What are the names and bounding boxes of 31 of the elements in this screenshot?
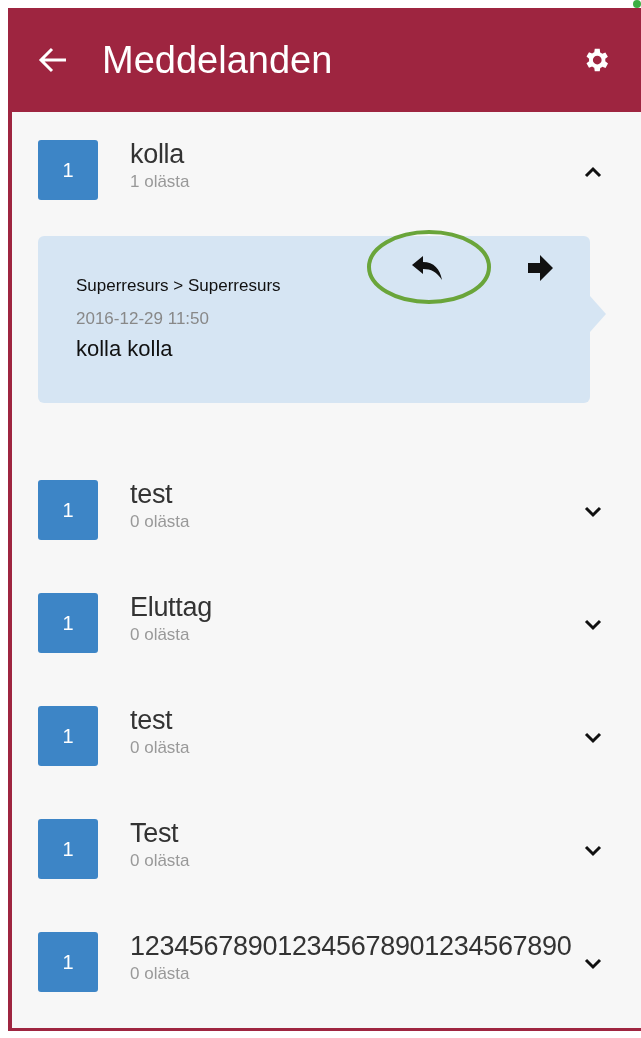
count-badge: 1	[38, 480, 98, 540]
unread-count: 0 olästa	[130, 738, 190, 758]
message-text: kolla kolla	[76, 335, 173, 363]
thread-title[interactable]: test	[130, 476, 190, 512]
page-title: Meddelanden	[102, 37, 334, 83]
thread-title[interactable]: 123456789012345678901234567890	[130, 928, 572, 964]
expand-chevron-icon[interactable]	[584, 506, 602, 518]
back-arrow-icon[interactable]	[38, 47, 68, 73]
unread-count: 0 olästa	[130, 851, 190, 871]
reply-icon[interactable]	[410, 256, 444, 282]
unread-count: 0 olästa	[130, 512, 190, 532]
count-badge: 1	[38, 140, 98, 200]
expand-chevron-icon[interactable]	[584, 845, 602, 857]
expand-chevron-icon[interactable]	[584, 619, 602, 631]
expand-chevron-icon[interactable]	[584, 958, 602, 970]
forward-arrow-icon[interactable]	[528, 254, 554, 282]
thread-title[interactable]: kolla	[130, 136, 190, 172]
thread-title[interactable]: test	[130, 702, 190, 738]
collapse-chevron-icon[interactable]	[584, 166, 602, 178]
expand-chevron-icon[interactable]	[584, 732, 602, 744]
count-badge: 1	[38, 593, 98, 653]
count-badge: 1	[38, 932, 98, 992]
count-badge: 1	[38, 819, 98, 879]
unread-count: 0 olästa	[130, 625, 191, 645]
thread-title[interactable]: Eluttag	[130, 589, 212, 625]
message-route: Superresurs > Superresurs	[76, 275, 281, 297]
unread-count: 0 olästa	[130, 964, 191, 984]
message-time: 2016-12-29 11:50	[76, 308, 209, 330]
count-badge: 1	[38, 706, 98, 766]
thread-title[interactable]: Test	[130, 815, 190, 851]
unread-count: 1 olästa	[130, 172, 190, 192]
